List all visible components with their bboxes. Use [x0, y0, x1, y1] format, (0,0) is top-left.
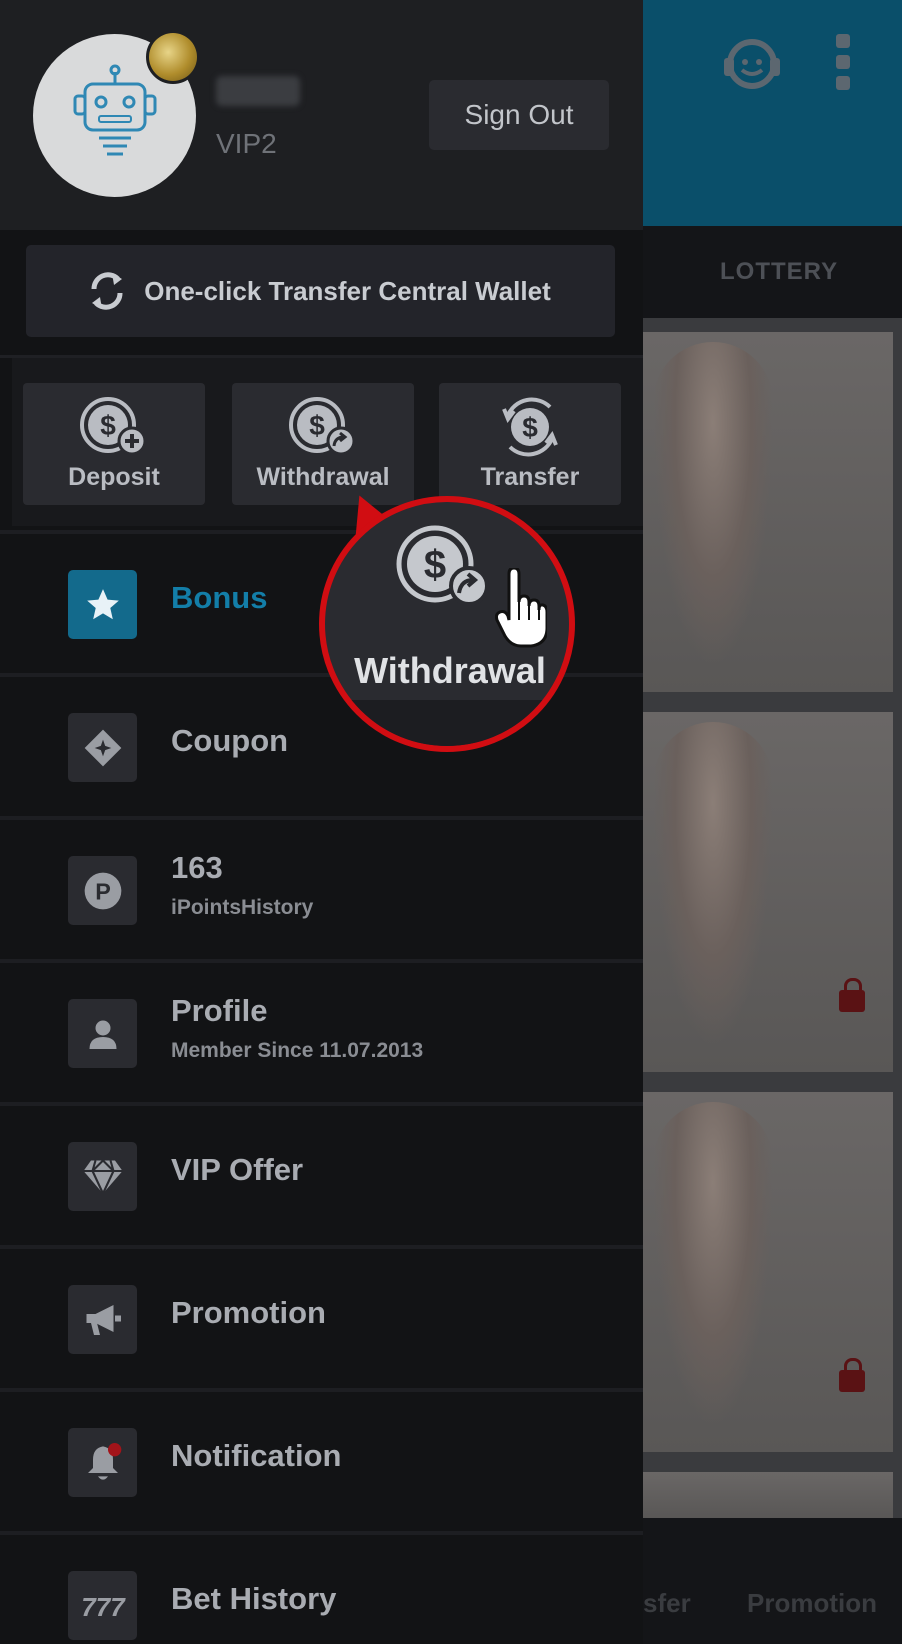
menu-item-label: Coupon: [171, 723, 289, 758]
svg-text:P: P: [95, 878, 111, 904]
menu-item-label: Profile: [171, 993, 268, 1028]
menu-item-label: Promotion: [171, 1295, 326, 1330]
game-card[interactable]: [643, 1092, 893, 1452]
ipoints-value: 163: [171, 850, 223, 885]
star-icon: [68, 570, 137, 639]
menu-item-bet-history[interactable]: 777 Bet History: [0, 1531, 643, 1644]
menu-item-ipoints[interactable]: P 163 iPointsHistory: [0, 816, 643, 959]
dollar-plus-icon: $: [80, 397, 147, 456]
bottom-nav-transfer-label[interactable]: sfer: [643, 1588, 691, 1619]
menu-item-label: VIP Offer: [171, 1152, 304, 1187]
svg-text:$: $: [100, 410, 116, 441]
vip-level: VIP2: [216, 128, 277, 159]
points-icon: P: [68, 856, 137, 925]
game-card[interactable]: [643, 712, 893, 1072]
game-card-image: [653, 342, 773, 666]
game-card[interactable]: [643, 1472, 893, 1518]
one-click-transfer-label: One-click Transfer Central Wallet: [144, 275, 551, 306]
robot-avatar-icon: [73, 64, 157, 156]
sign-out-button[interactable]: Sign Out: [429, 80, 609, 150]
lock-icon: [839, 978, 865, 1012]
drawer-header: VIP2 Sign Out: [0, 0, 643, 230]
game-card-image: [653, 722, 773, 1046]
game-card[interactable]: [643, 332, 893, 692]
callout-withdrawal-label: Withdrawal: [354, 650, 546, 691]
menu-item-profile[interactable]: Profile Member Since 11.07.2013: [0, 959, 643, 1102]
more-menu-icon[interactable]: [836, 34, 850, 90]
refresh-icon: [91, 272, 123, 310]
withdrawal-label: Withdrawal: [256, 463, 390, 491]
bottom-nav-promotion-label[interactable]: Promotion: [747, 1588, 877, 1619]
svg-text:777: 777: [81, 1592, 126, 1621]
dollar-arrow-icon: $: [289, 397, 356, 456]
svg-text:$: $: [309, 410, 325, 441]
megaphone-icon: [68, 1285, 137, 1354]
ipoints-history-label: iPointsHistory: [171, 896, 314, 919]
deposit-label: Deposit: [68, 463, 160, 491]
game-card-image: [653, 1102, 773, 1426]
dollar-cycle-icon: $: [502, 397, 558, 457]
callout-divider: [325, 700, 569, 746]
transfer-button[interactable]: $ Transfer: [439, 383, 621, 505]
side-drawer: VIP2 Sign Out One-click Transfer Central…: [0, 0, 643, 1644]
menu-item-label: Bonus: [171, 580, 268, 615]
bell-icon: [68, 1428, 137, 1497]
background-bottom-nav: sfer Promotion: [643, 1518, 902, 1644]
customer-support-icon[interactable]: [720, 34, 784, 94]
transfer-label: Transfer: [480, 463, 580, 491]
member-since-label: Member Since 11.07.2013: [171, 1039, 424, 1062]
deposit-button[interactable]: $ Deposit: [23, 383, 205, 505]
menu-item-label: Notification: [171, 1438, 342, 1473]
vip-badge-icon: [146, 30, 200, 84]
slot-777-icon: 777: [68, 1571, 137, 1640]
diamond-icon: [68, 1142, 137, 1211]
lock-icon: [839, 1358, 865, 1392]
username-redacted: [216, 76, 300, 106]
withdrawal-zoom-callout: $ Withdrawal: [319, 496, 575, 752]
menu-item-promotion[interactable]: Promotion: [0, 1245, 643, 1388]
menu-item-vip-offer[interactable]: VIP Offer: [0, 1102, 643, 1245]
hand-pointer-icon: [495, 568, 547, 648]
tab-lottery[interactable]: LOTTERY: [720, 258, 838, 286]
svg-text:$: $: [424, 543, 446, 587]
menu-item-label: Bet History: [171, 1581, 337, 1616]
ticket-icon: [68, 713, 137, 782]
menu-item-notification[interactable]: Notification: [0, 1388, 643, 1531]
one-click-transfer-button[interactable]: One-click Transfer Central Wallet: [26, 245, 615, 337]
dollar-arrow-icon: $: [396, 525, 489, 606]
quick-actions: $ Deposit $ Withdrawal $ Transfer: [12, 358, 643, 526]
svg-text:$: $: [522, 412, 538, 443]
withdrawal-button[interactable]: $ Withdrawal: [232, 383, 414, 505]
user-icon: [68, 999, 137, 1068]
